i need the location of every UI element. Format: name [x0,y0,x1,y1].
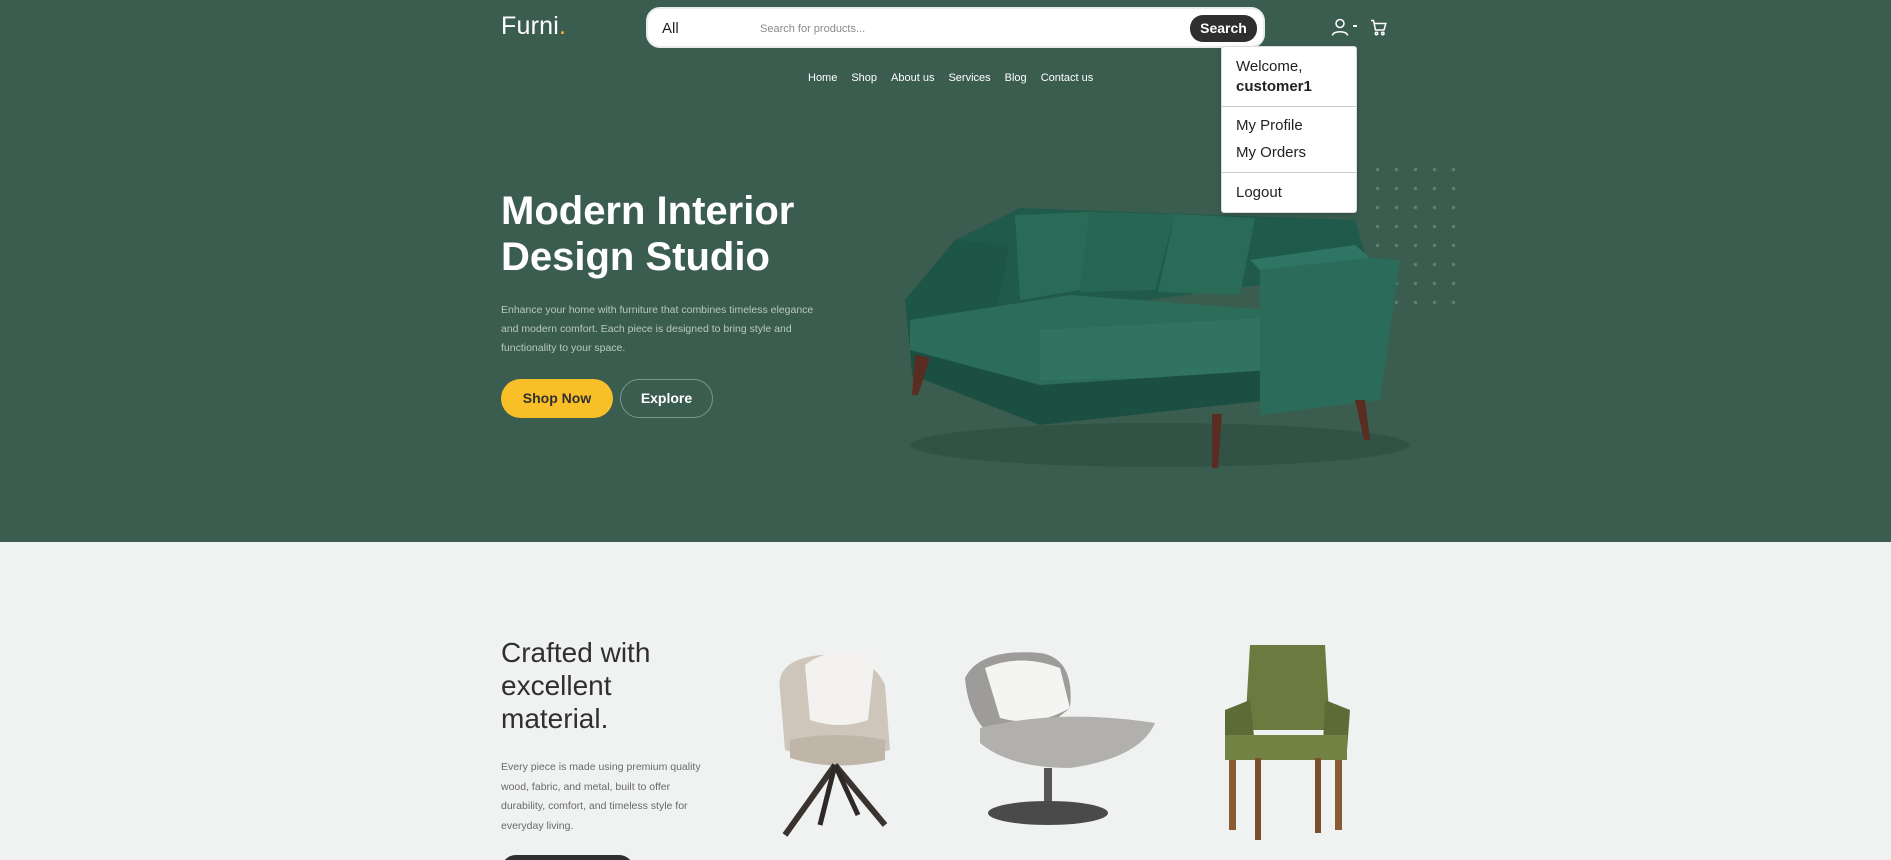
logo[interactable]: Furni. [501,12,566,41]
shop-now-button[interactable]: Shop Now [501,379,613,418]
search-category-select[interactable]: All [662,20,679,37]
explore-button[interactable]: Explore [620,379,713,418]
user-icon[interactable] [1331,18,1349,41]
logo-text: Furni [501,12,559,40]
hero-description: Enhance your home with furniture that co… [501,304,814,354]
hero-title-line1: Modern Interior [501,189,795,233]
section-title: Crafted with excellent material. [501,637,651,734]
nav-services[interactable]: Services [948,72,990,84]
username: customer1 [1236,78,1312,95]
logo-dot: . [558,12,567,40]
hero-title-line2: Design Studio [501,235,770,279]
hero-title: Modern Interior Design Studio [501,188,901,280]
nav-about[interactable]: About us [891,72,934,84]
nav-shop[interactable]: Shop [851,72,877,84]
welcome-text: Welcome, [1236,58,1303,75]
product-image-lounge-chair[interactable] [960,648,1160,838]
sofa-image [905,208,1410,468]
search-button[interactable]: Search [1190,15,1257,42]
search-input[interactable] [760,19,1200,39]
product-image-armchair[interactable] [760,640,910,840]
product-image-dining-chair[interactable] [1215,640,1355,845]
logout-link[interactable]: Logout [1236,184,1282,201]
main-nav: Home Shop About us Services Blog Contact… [808,72,1093,84]
divider [1222,172,1356,173]
search-bar: All Search [646,7,1265,48]
divider [1222,106,1356,107]
chevron-down-icon[interactable] [1353,25,1357,27]
my-orders-link[interactable]: My Orders [1236,144,1306,161]
my-profile-link[interactable]: My Profile [1236,117,1303,134]
hero-section: Furni. All Search Home Shop About us Ser… [0,0,1891,542]
section-button[interactable] [501,855,634,860]
account-dropdown: Welcome, customer1 My Profile My Orders … [1221,46,1357,213]
cart-icon[interactable] [1370,19,1387,41]
nav-blog[interactable]: Blog [1005,72,1027,84]
nav-contact[interactable]: Contact us [1041,72,1094,84]
section-description: Every piece is made using premium qualit… [501,761,701,832]
nav-home[interactable]: Home [808,72,837,84]
